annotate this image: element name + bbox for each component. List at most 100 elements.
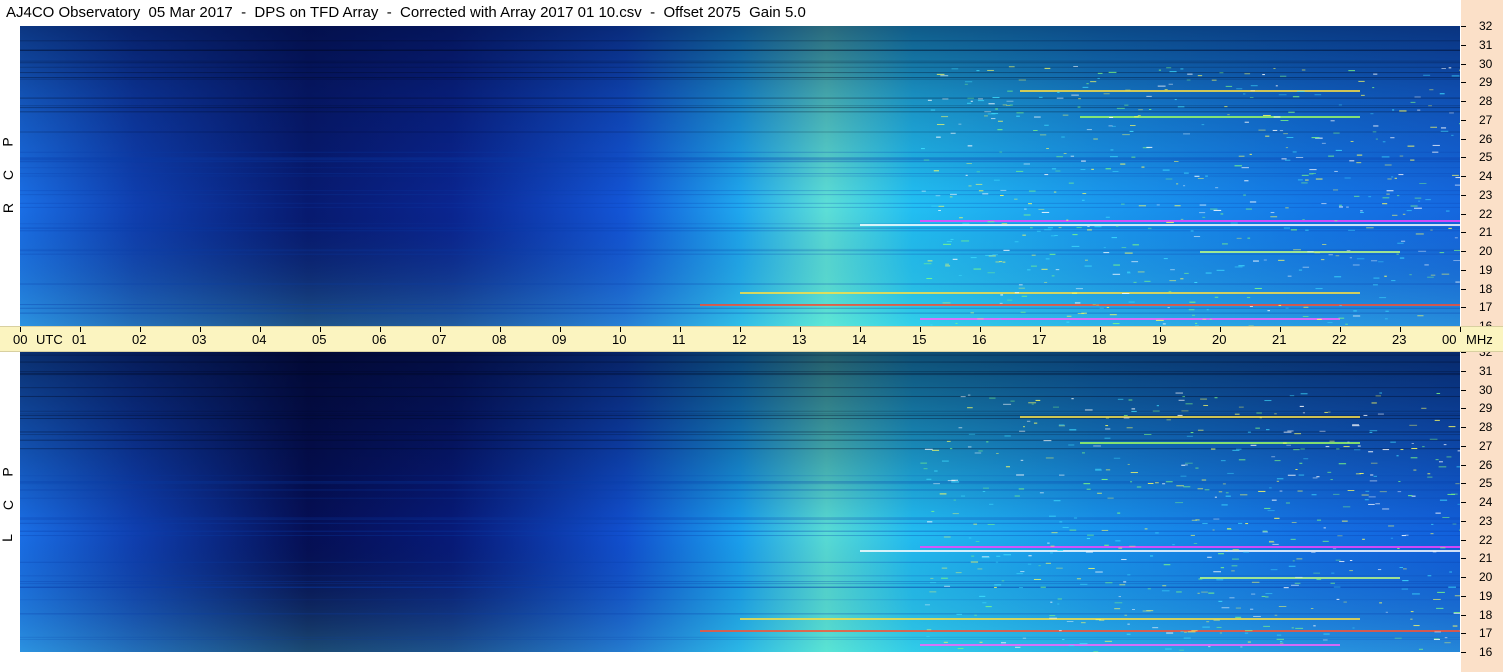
freq-tick [1461,119,1466,121]
noise-speck [1371,260,1378,262]
noise-speck [1047,227,1053,229]
noise-speck [1412,593,1420,595]
noise-speck [1157,85,1166,87]
noise-speck [1264,400,1272,402]
noise-speck [1216,269,1225,271]
noise-speck [1174,205,1181,207]
noise-speck [1433,638,1440,640]
noise-speck [1066,219,1069,221]
noise-speck [1097,77,1100,79]
noise-speck [1429,89,1434,91]
noise-speck [926,635,930,637]
noise-speck [958,274,962,276]
noise-speck [1283,133,1288,135]
noise-speck [1206,621,1210,623]
noise-speck [1056,97,1064,99]
noise-speck [1103,252,1110,254]
noise-speck [981,557,990,559]
noise-speck [1286,444,1291,446]
noise-speck [1044,174,1049,176]
noise-speck [1279,642,1284,644]
noise-speck [1095,469,1102,471]
noise-speck [1263,625,1270,627]
noise-speck [1166,632,1174,634]
noise-speck [1043,440,1052,442]
noise-speck [1283,431,1292,433]
freq-tick-label: 26 [1479,457,1493,472]
noise-speck [1213,571,1221,573]
noise-speck [1083,483,1091,485]
streak-line [20,283,1460,285]
streak-line [20,307,1460,309]
noise-speck [989,503,994,505]
noise-speck [1290,538,1296,540]
freq-tick-label: 16 [1479,645,1493,659]
noise-speck [1118,547,1123,549]
noise-speck [1436,607,1444,609]
freq-tick [1461,483,1466,485]
noise-speck [1382,508,1390,510]
noise-speck [1303,306,1309,308]
noise-speck [1249,201,1257,203]
noise-speck [1448,586,1457,588]
noise-speck [1240,646,1243,648]
noise-speck [931,449,940,451]
noise-speck [1342,506,1351,508]
noise-speck [1295,576,1303,578]
noise-speck [982,193,989,195]
noise-speck [1216,626,1222,628]
noise-speck [923,468,928,470]
noise-speck [1195,322,1198,324]
time-tick-label: 00 [13,332,28,347]
freq-tick [1461,520,1466,522]
noise-speck [1234,165,1243,167]
signal-band [700,630,1460,632]
noise-speck [1297,490,1303,492]
noise-speck [1349,559,1353,561]
noise-speck [1437,591,1445,593]
noise-speck [1453,260,1460,262]
noise-speck [1265,429,1270,431]
noise-speck [1057,550,1064,552]
polarization-letter: L [0,534,15,542]
noise-speck [1345,323,1348,325]
streak-line [20,361,1460,363]
noise-speck [1452,625,1458,627]
noise-speck [1170,269,1175,271]
noise-speck [1419,182,1427,184]
noise-speck [931,510,935,512]
noise-speck [1368,503,1375,505]
noise-speck [1316,318,1322,320]
noise-speck [1002,261,1006,263]
noise-speck [1236,448,1242,450]
noise-speck [1441,273,1450,275]
noise-speck [991,118,996,120]
noise-speck [1105,417,1110,419]
noise-speck [1045,457,1054,459]
noise-speck [1000,642,1006,644]
noise-speck [1427,476,1433,478]
time-tick-label: 14 [852,332,867,347]
noise-speck [1434,631,1441,633]
noise-speck [1377,569,1382,571]
noise-speck [993,179,1000,181]
freq-tick [1461,652,1466,653]
streak-line [20,373,1460,375]
noise-speck [1401,535,1406,537]
noise-speck [1031,254,1036,256]
noise-speck [1267,510,1275,512]
noise-speck [1202,626,1210,628]
noise-speck [930,109,936,111]
streak-line [20,97,1460,99]
noise-speck [1332,189,1339,191]
noise-speck [941,567,948,569]
noise-speck [952,513,959,515]
noise-speck [1348,229,1356,231]
noise-speck [1163,564,1171,566]
noise-speck [1197,177,1204,179]
time-tick-label: 23 [1392,332,1407,347]
noise-speck [1131,156,1136,158]
noise-speck [1003,554,1011,556]
noise-speck [1003,249,1010,251]
noise-speck [1197,429,1204,431]
